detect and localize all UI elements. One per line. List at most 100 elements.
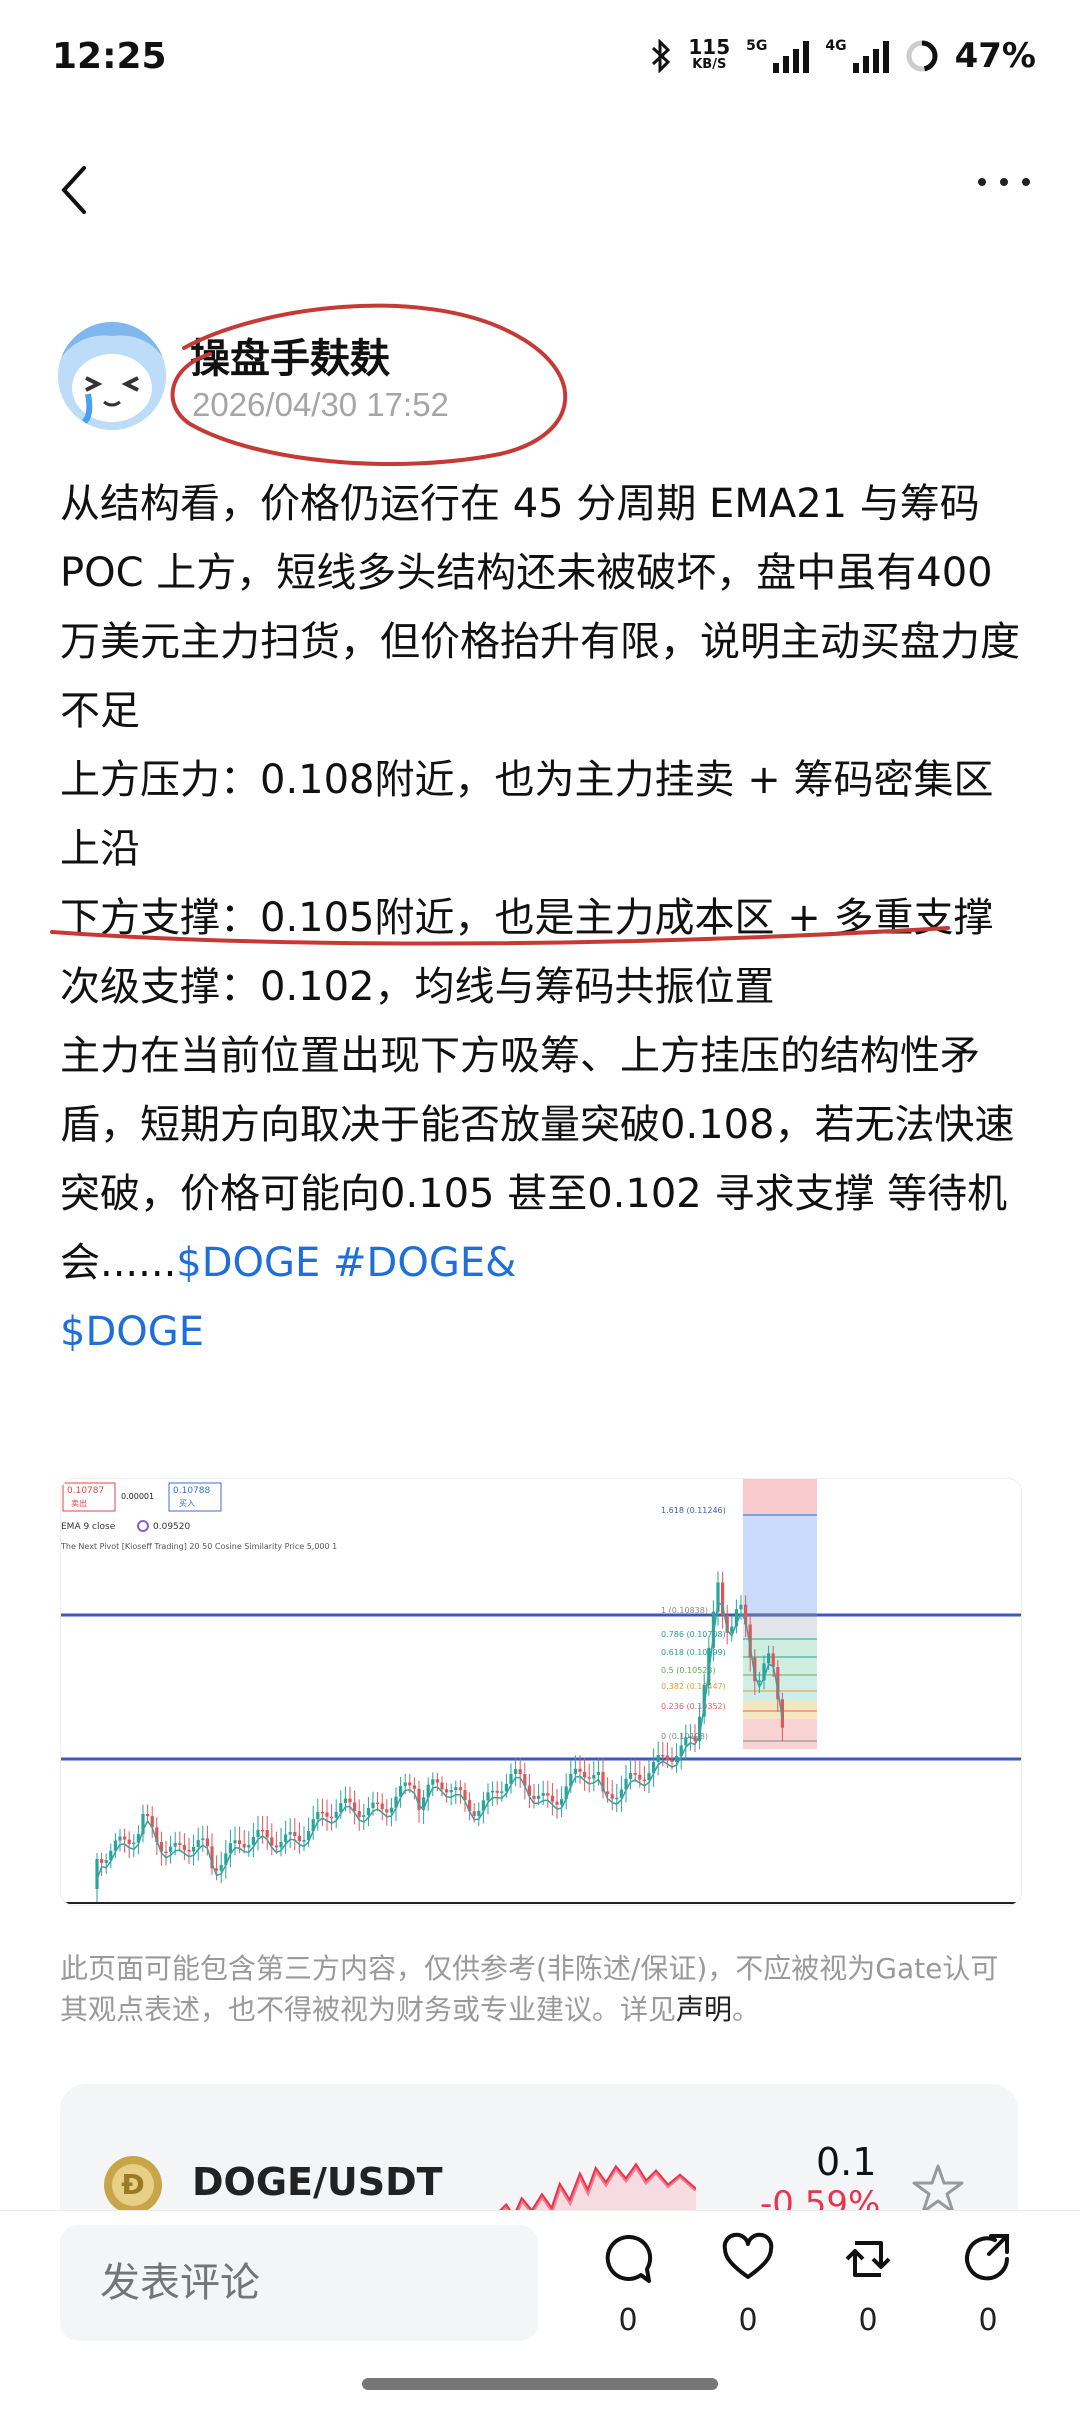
candle-body — [297, 1835, 301, 1842]
candle-body — [316, 1811, 320, 1820]
comment-icon — [605, 2234, 653, 2283]
candlestick-chart: 0.10787 卖出 0.00001 0.10788 买入 EMA 9 clos… — [61, 1479, 1021, 1905]
comment-input[interactable] — [60, 2225, 538, 2341]
candle-body — [491, 1790, 495, 1793]
candle-body — [127, 1839, 131, 1844]
candle-body — [330, 1816, 334, 1819]
candle-body — [178, 1842, 182, 1845]
candle-body — [486, 1792, 490, 1801]
market-price: 0.1 — [816, 2140, 877, 2184]
signal-5g-icon: 5G — [746, 39, 810, 73]
candle-body — [477, 1810, 481, 1816]
ema-label: EMA 9 close — [61, 1522, 116, 1532]
fib-level-label: 0.618 (0.10599) — [661, 1648, 726, 1657]
candle-body — [192, 1846, 196, 1852]
candle-body — [233, 1840, 237, 1844]
fib-level-label: 0.236 (0.10352) — [661, 1702, 726, 1711]
candle-body — [371, 1802, 375, 1809]
candle-body — [196, 1840, 200, 1847]
sell-price: 0.10787 — [67, 1486, 104, 1496]
status-time: 12:25 — [52, 36, 167, 77]
chart-image[interactable]: 0.10787 卖出 0.00001 0.10788 买入 EMA 9 clos… — [60, 1478, 1022, 1906]
candle-body — [578, 1768, 582, 1772]
share-button[interactable]: 0 — [948, 2231, 1028, 2338]
candle-body — [665, 1755, 669, 1761]
candle-body — [187, 1849, 191, 1852]
candle-body — [320, 1811, 324, 1814]
comment-button[interactable]: 0 — [588, 2231, 668, 2338]
candle-body — [302, 1840, 306, 1842]
candle-body — [518, 1769, 522, 1775]
candle-body — [592, 1775, 596, 1779]
candle-body — [458, 1787, 462, 1791]
candle-body — [633, 1773, 637, 1775]
back-arrow-icon[interactable] — [56, 160, 96, 220]
candle-body — [366, 1808, 370, 1816]
like-button[interactable]: 0 — [708, 2231, 788, 2338]
candle-body — [684, 1737, 688, 1746]
author-name[interactable]: 操盘手麸麸 — [190, 326, 390, 384]
battery-icon — [906, 40, 938, 72]
fib-level-label: 1 (0.10838) — [661, 1606, 708, 1615]
candle-body — [739, 1604, 743, 1610]
candle-body — [132, 1842, 136, 1845]
candle-body — [357, 1811, 361, 1817]
candle-body — [435, 1779, 439, 1783]
disclaimer-link[interactable]: 声明 — [676, 1993, 732, 2026]
candle-body — [279, 1841, 283, 1848]
candle-body — [555, 1801, 559, 1805]
post-paragraph: 上方压力：0.108附近，也为主力挂卖 + 筹码密集区上沿 — [60, 757, 994, 872]
candle-body — [573, 1768, 577, 1774]
repost-button[interactable]: 0 — [828, 2231, 908, 2338]
candle-body — [514, 1769, 518, 1774]
candle-body — [362, 1815, 366, 1817]
repost-count: 0 — [858, 2303, 878, 2338]
candle-body — [638, 1774, 642, 1780]
candle-body — [219, 1864, 223, 1871]
candle-body — [532, 1795, 536, 1799]
candle-body — [403, 1782, 407, 1787]
candle-body — [454, 1787, 458, 1791]
candle-body — [215, 1868, 219, 1871]
candle-body — [265, 1830, 269, 1838]
hashtag-link[interactable]: #DOGE& — [333, 1240, 516, 1286]
candle-body — [606, 1791, 610, 1795]
hashtag-link[interactable]: $DOGE — [176, 1240, 320, 1286]
candle-body — [385, 1809, 389, 1813]
candle-body — [95, 1859, 99, 1889]
like-count: 0 — [738, 2303, 758, 2338]
repost-icon — [845, 2241, 891, 2277]
network-speed: 115 KB/S — [688, 35, 731, 72]
candle-body — [615, 1797, 619, 1800]
avatar[interactable] — [58, 322, 166, 430]
post-paragraph: 下方支撑：0.105附近，也是主力成本区 + 多重支撑 — [60, 895, 994, 941]
home-indicator[interactable] — [362, 2378, 718, 2390]
candle-body — [688, 1736, 692, 1738]
heart-icon — [722, 2232, 774, 2279]
candle-body — [169, 1846, 173, 1852]
more-options-icon[interactable] — [978, 178, 1030, 186]
post-content: 从结构看，价格仍运行在 45 分周期 EMA21 与筹码 POC 上方，短线多头… — [60, 470, 1020, 1367]
candle-body — [670, 1760, 674, 1762]
candle-body — [431, 1779, 435, 1785]
candle-body — [118, 1836, 122, 1841]
candle-body — [247, 1844, 251, 1848]
candle-body — [408, 1782, 412, 1786]
hashtag-link[interactable]: $DOGE — [60, 1309, 204, 1355]
candle-body — [661, 1755, 665, 1757]
sell-label: 卖出 — [71, 1498, 87, 1508]
post-paragraph: 从结构看，价格仍运行在 45 分周期 EMA21 与筹码 POC 上方，短线多头… — [60, 481, 1020, 734]
candle-body — [201, 1838, 205, 1841]
candle-body — [173, 1842, 177, 1847]
candle-body — [449, 1790, 453, 1793]
candle-body — [348, 1798, 352, 1803]
candle-body — [546, 1793, 550, 1796]
candle-body — [440, 1782, 444, 1790]
candle-body — [537, 1795, 541, 1799]
candle-body — [629, 1773, 633, 1779]
post-paragraph-with-tags: 主力在当前位置出现下方吸筹、上方挂压的结构性矛盾，短期方向取决于能否放量突破0.… — [60, 1033, 1015, 1355]
candle-body — [182, 1844, 186, 1850]
indicator-label: The Next Pivot [Kioseff Trading] 20 50 C… — [61, 1542, 337, 1551]
candle-body — [642, 1779, 646, 1782]
comment-count: 0 — [618, 2303, 638, 2338]
